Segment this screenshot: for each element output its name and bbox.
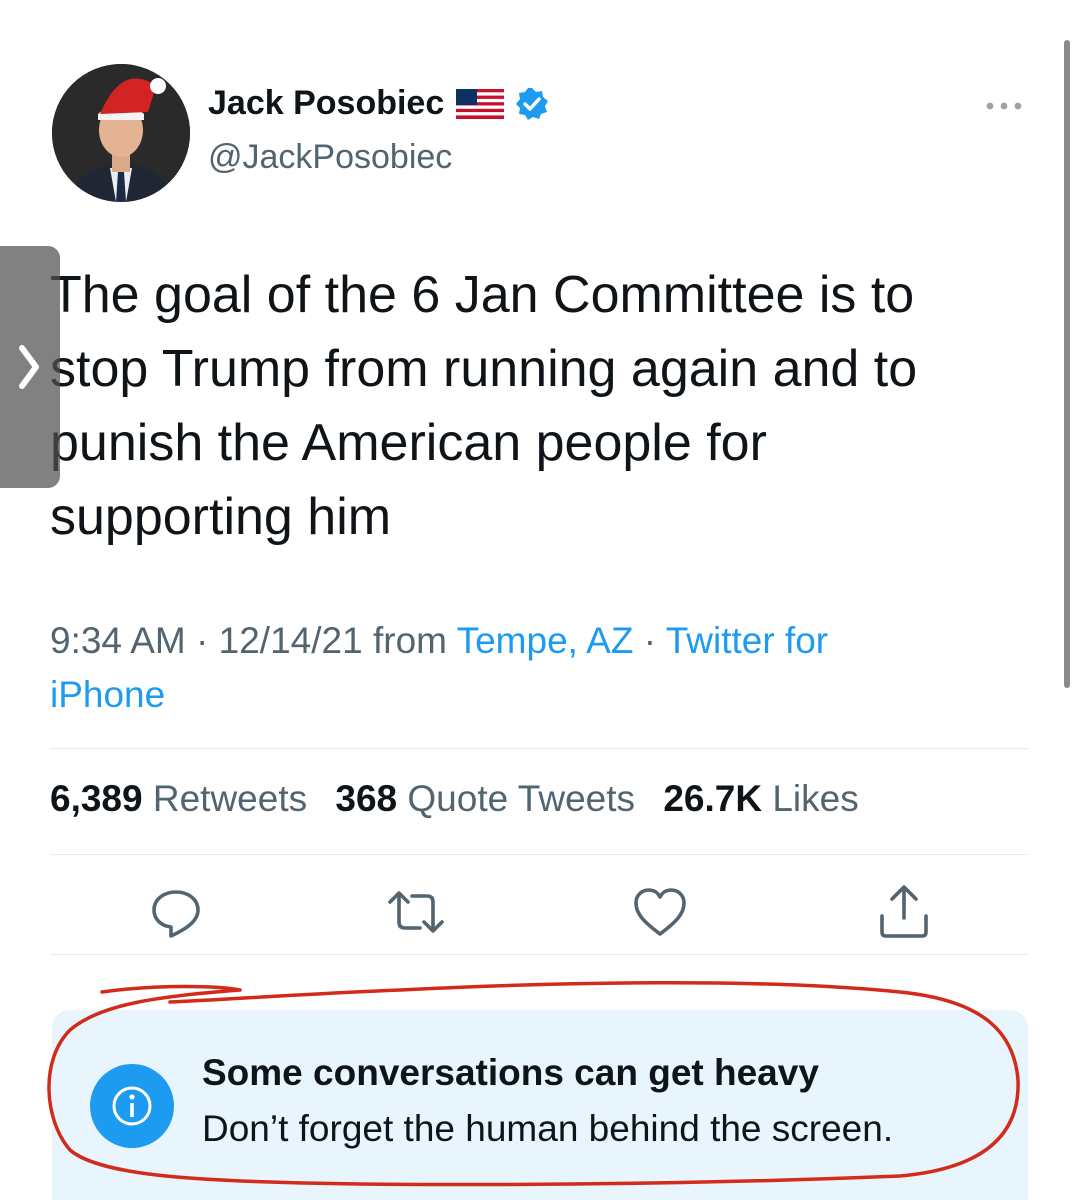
tweet-date[interactable]: 12/14/21 [219,620,363,661]
divider [50,748,1028,749]
separator: · [196,620,209,661]
reply-icon[interactable] [146,882,206,942]
likes-stat[interactable]: 26.7K Likes [663,778,858,819]
tweet-client-link-continued[interactable]: iPhone [50,674,165,715]
scrollbar[interactable] [1064,40,1070,688]
tweet-meta: 9:34 AM · 12/14/21 from Tempe, AZ · Twit… [50,614,1010,722]
tweet-location-link[interactable]: Tempe, AZ [457,620,634,661]
tweet-text-line: punish the American people for [50,414,767,472]
conversation-notice[interactable]: Some conversations can get heavy Don’t f… [52,1010,1028,1200]
likes-count: 26.7K [663,778,763,819]
share-icon[interactable] [874,882,934,942]
more-options-icon[interactable] [984,96,1024,116]
divider [50,854,1028,855]
verified-badge-icon [514,86,550,122]
retweets-count: 6,389 [50,778,143,819]
quote-tweets-label: Quote Tweets [407,778,636,819]
separator: · [643,620,657,661]
tweet-time[interactable]: 9:34 AM [50,620,186,661]
us-flag-icon [456,88,505,119]
tweet-text-line: supporting him [50,488,392,546]
avatar-photo [52,64,190,202]
retweets-label: Retweets [152,778,308,819]
author-handle[interactable]: @JackPosobiec [208,138,452,177]
tweet-text: The goal of the 6 Jan Committee is to st… [50,258,1010,554]
author-display-name-row[interactable]: Jack Posobiec [208,84,550,123]
like-heart-icon[interactable] [630,882,690,942]
notice-body: Don’t forget the human behind the screen… [202,1108,894,1149]
from-label: from [372,620,447,661]
side-drawer-tab[interactable] [0,246,60,488]
tweet-text-line: stop Trump from running again and to [50,340,918,398]
chevron-right-icon [19,345,39,389]
quote-tweets-stat[interactable]: 368 Quote Tweets [335,778,635,819]
divider [50,954,1028,955]
notice-title: Some conversations can get heavy [202,1052,819,1093]
tweet-text-line: The goal of the 6 Jan Committee is to [50,266,915,324]
retweets-stat[interactable]: 6,389 Retweets [50,778,307,819]
retweet-icon[interactable] [386,882,446,942]
tweet-action-bar [0,882,1078,942]
info-icon [90,1064,174,1148]
avatar[interactable] [52,64,190,202]
likes-label: Likes [772,778,859,819]
quote-tweets-count: 368 [335,778,398,819]
tweet-client-link[interactable]: Twitter for [666,620,828,661]
tweet-stats: 6,389 Retweets 368 Quote Tweets 26.7K Li… [50,778,877,820]
author-display-name[interactable]: Jack Posobiec [208,84,444,123]
